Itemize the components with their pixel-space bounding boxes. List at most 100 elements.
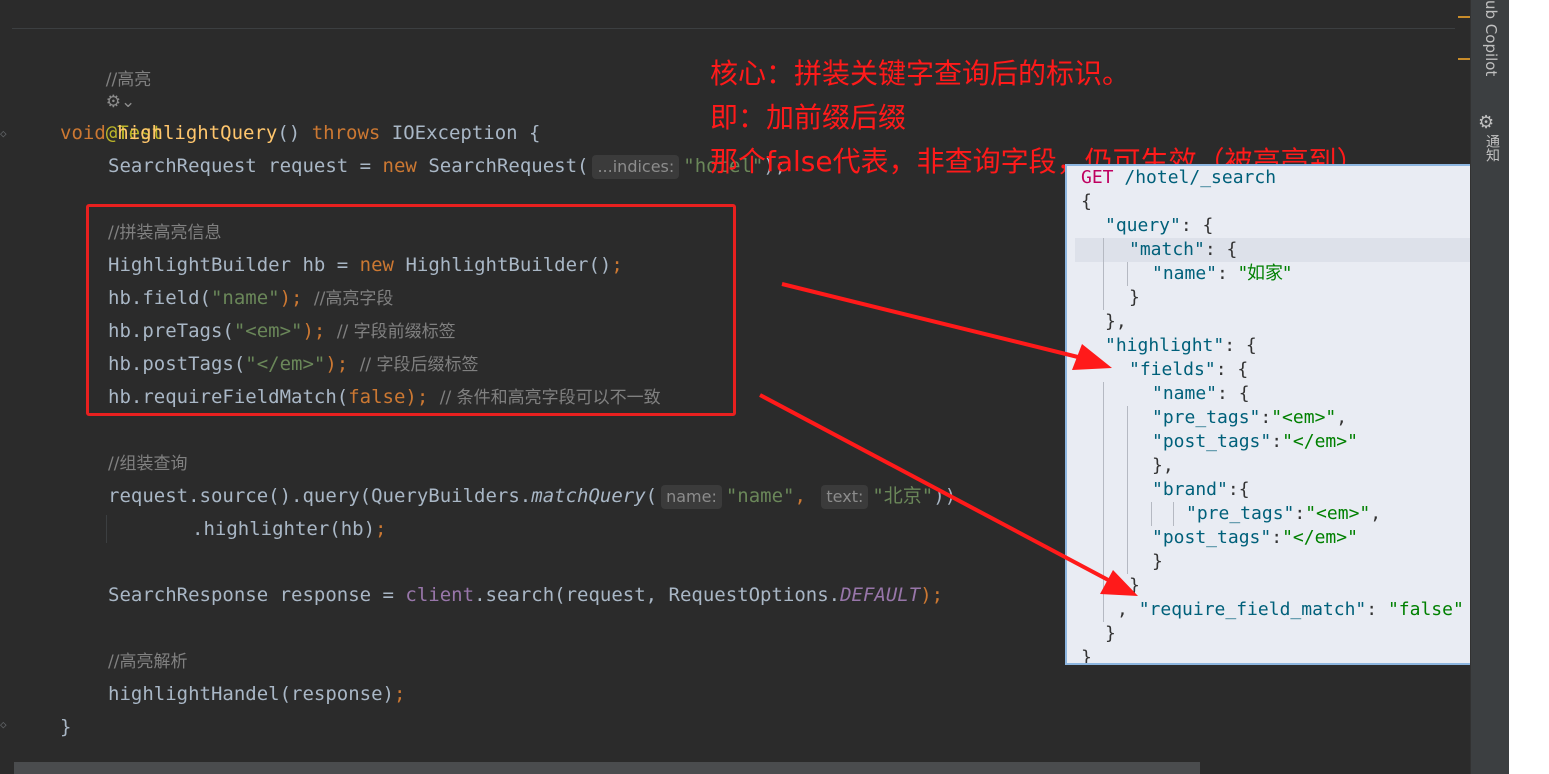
code-text: ( (645, 485, 658, 507)
keyword-void: void (60, 122, 118, 144)
json-string: "<em>" (1271, 407, 1337, 428)
code-text: SearchRequest request = (108, 155, 383, 177)
code-text: SearchResponse response = (108, 584, 406, 606)
dsl-line: { (1081, 190, 1092, 214)
code-text: .highlighter(hb) (192, 518, 376, 540)
json-brace: } (1152, 551, 1163, 572)
dsl-line: } (1105, 622, 1116, 646)
semicolon: ; (375, 518, 387, 540)
json-punct: : { (1217, 383, 1250, 404)
json-brace: }, (1105, 311, 1127, 332)
code-line-close-brace[interactable]: } (60, 711, 71, 744)
code-line-ai-icon[interactable]: ⚙⌄ (60, 56, 136, 112)
code-line-search-response[interactable]: SearchResponse response = client.search(… (108, 579, 943, 612)
json-key: "pre_tags" (1152, 407, 1261, 428)
method-match-query: matchQuery (531, 485, 646, 507)
code-line-highlighter[interactable]: .highlighter(hb); (192, 513, 386, 546)
json-string: "</em>" (1282, 431, 1358, 452)
fold-icon[interactable]: ◇ (0, 718, 10, 732)
dsl-line: "query": { (1105, 214, 1213, 238)
indent-guide (1151, 502, 1152, 526)
json-key: "name" (1152, 263, 1218, 284)
json-key: "query" (1105, 215, 1181, 236)
dsl-query-panel: GET /hotel/_search { "query": { "match":… (1067, 166, 1515, 663)
horizontal-scrollbar[interactable] (14, 762, 1200, 774)
keyword-throws: throws (311, 122, 392, 144)
keyword-new: new (382, 155, 429, 177)
json-punct: : { (1215, 359, 1249, 380)
field-client: client (405, 584, 475, 606)
request-path: /hotel/_search (1113, 167, 1277, 188)
indent-guide (1127, 406, 1128, 574)
dsl-line: }, (1152, 454, 1174, 478)
json-punct: : (1271, 431, 1283, 452)
code-line-method-signature[interactable]: void highlightQuery() throws IOException… (60, 117, 540, 150)
comment: //组装查询 (108, 454, 188, 474)
tab-notifications[interactable]: 通知 (1478, 134, 1502, 174)
json-brace: } (1105, 623, 1116, 644)
json-punct: :{ (1227, 479, 1250, 500)
json-punct: , (1370, 503, 1382, 524)
code-line-comment[interactable]: //高亮解析 (108, 645, 187, 678)
parameter-hint: ...indices: (592, 155, 680, 179)
method-parens: () (277, 122, 312, 144)
dsl-line: GET /hotel/_search (1081, 166, 1276, 190)
semicolon: ; (393, 683, 406, 705)
tab-github-copilot[interactable]: ub Copilot (1476, 0, 1506, 96)
comma: , (794, 485, 818, 507)
json-brace: { (1081, 191, 1092, 212)
dsl-line: "pre_tags":"<em>", (1152, 406, 1347, 430)
annotation-line: 核心：拼装关键字查询后的标识。 (710, 57, 1131, 90)
dsl-line: }, (1105, 310, 1127, 334)
indent-guide (1173, 502, 1174, 526)
json-punct: : { (1204, 239, 1238, 260)
json-key: "fields" (1129, 359, 1216, 380)
code-line-search-request[interactable]: SearchRequest request = new SearchReques… (108, 150, 786, 183)
http-method: GET (1081, 167, 1114, 188)
scroll-marker[interactable] (1458, 58, 1470, 60)
json-punct: : (1217, 263, 1239, 284)
code-line-source-query[interactable]: request.source().query(QueryBuilders.mat… (108, 480, 956, 513)
code-text: ); (920, 584, 944, 606)
json-brace: } (1129, 575, 1140, 596)
dsl-line: "post_tags":"</em>" (1152, 430, 1358, 454)
json-key: "post_tags" (1152, 431, 1272, 452)
string-literal: "北京" (872, 485, 934, 507)
scroll-marker[interactable] (1458, 16, 1470, 18)
code-line-highlight-handle[interactable]: highlightHandel(response); (108, 678, 405, 711)
dsl-line: "brand":{ (1152, 478, 1250, 502)
indent-guide (1103, 238, 1104, 310)
fold-icon[interactable]: ◇ (0, 127, 10, 141)
json-brace: } (1081, 647, 1092, 663)
json-string: "如家" (1238, 263, 1292, 284)
dsl-line: "fields": { (1129, 358, 1248, 382)
exception-type: IOException { (391, 122, 541, 144)
code-line-annotation[interactable]: @Test (60, 84, 163, 144)
copilot-icon[interactable]: ⚙ (1478, 112, 1494, 133)
json-punct: : { (1224, 335, 1257, 356)
static-field-default: DEFAULT (840, 584, 921, 606)
code-text: request.source().query(QueryBuilders. (108, 485, 532, 507)
window-edge (1509, 0, 1549, 774)
json-key: "pre_tags" (1186, 503, 1295, 524)
dsl-line: "post_tags":"</em>" (1152, 526, 1358, 550)
string-literal: "name" (725, 485, 795, 507)
method-name: highlightQuery (117, 122, 278, 144)
json-string: "false" (1387, 599, 1464, 620)
json-punct: , (1117, 599, 1139, 620)
closing-brace: } (60, 716, 72, 738)
comment: //高亮解析 (108, 652, 188, 672)
json-brace: } (1129, 287, 1140, 308)
code-line-comment[interactable]: //组装查询 (108, 447, 187, 480)
dsl-line: , "require_field_match": "false" (1117, 598, 1464, 622)
json-key: "highlight" (1105, 335, 1225, 356)
parameter-hint: name: (661, 485, 722, 509)
json-punct: : (1366, 599, 1388, 620)
dsl-line: } (1152, 550, 1163, 574)
json-punct: : (1294, 503, 1306, 524)
json-punct: , (1336, 407, 1348, 428)
highlight-box (86, 204, 736, 416)
json-string: "<em>" (1305, 503, 1371, 524)
indent-guide (106, 515, 107, 543)
code-text: SearchRequest( (428, 155, 589, 177)
